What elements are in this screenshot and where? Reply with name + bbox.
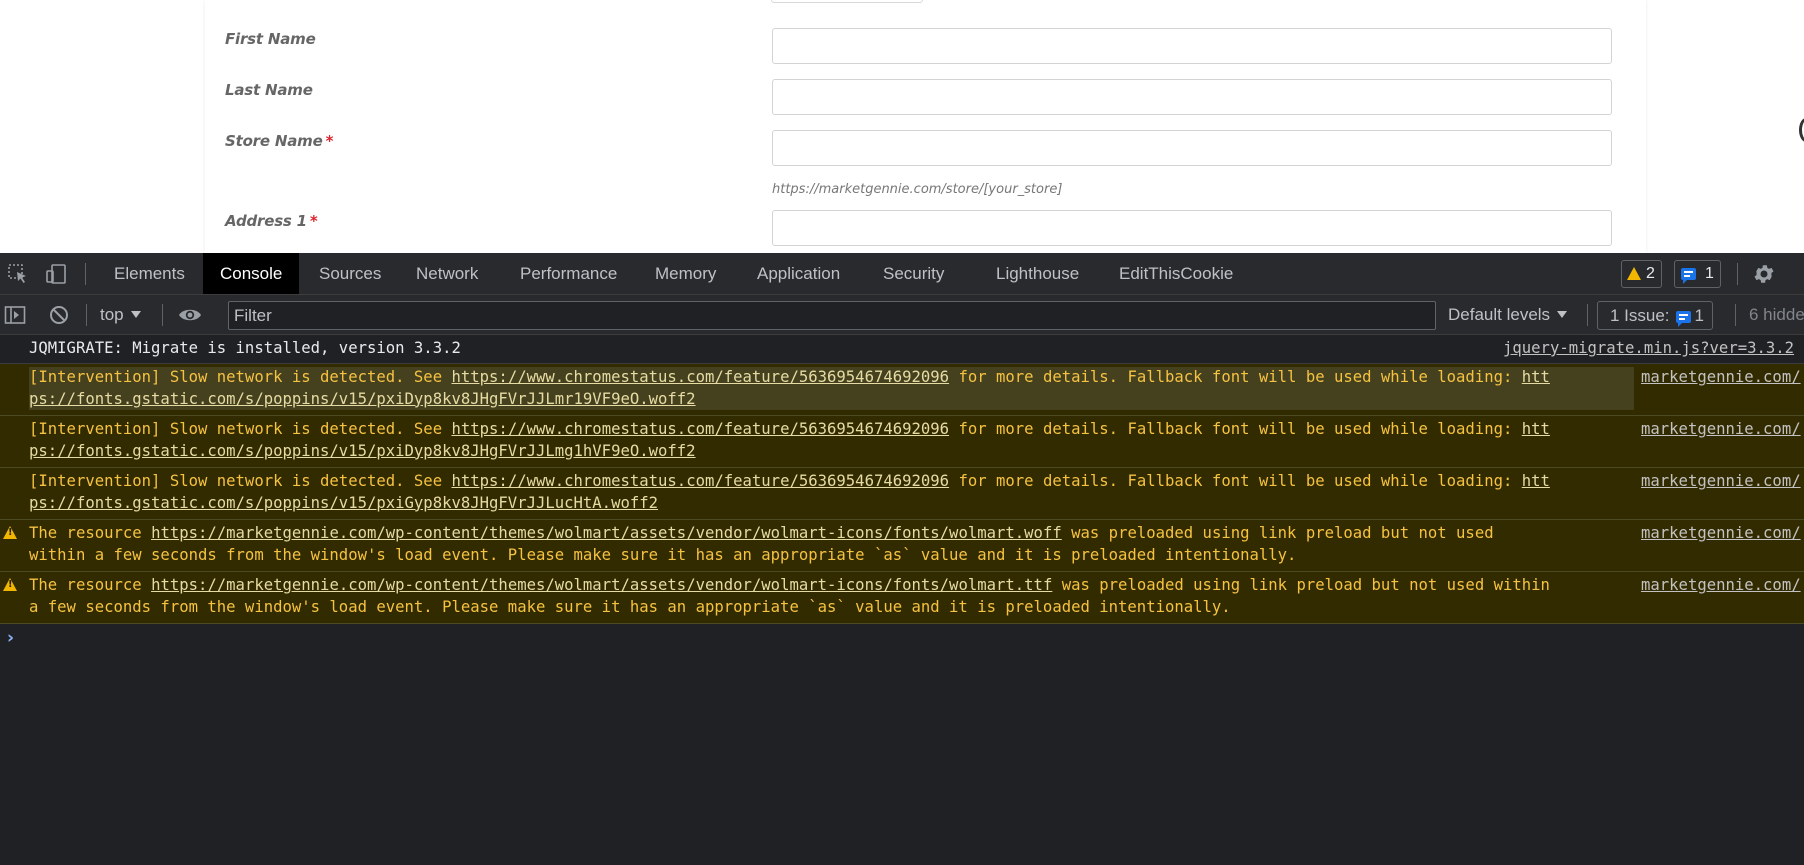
console-source-link[interactable]: jquery-migrate.min.js?ver=3.3.2 — [1503, 338, 1794, 360]
chevron-down-icon — [130, 311, 141, 318]
console-source-link[interactable]: marketgennie.com/ — [1641, 419, 1801, 441]
message-icon — [1681, 268, 1696, 284]
warning-icon — [1627, 267, 1641, 280]
console-source-link[interactable]: marketgennie.com/ — [1641, 471, 1801, 493]
warnings-badge[interactable]: 2 — [1621, 260, 1662, 288]
console-message: JQMIGRATE: Migrate is installed, version… — [0, 335, 1804, 364]
edge-widget-icon[interactable] — [1799, 118, 1804, 142]
console-message-text: The resource https://marketgennie.com/wp… — [29, 524, 1494, 564]
console-toolbar: top Filter Default levels 1 Issue: 1 6 hi… — [0, 295, 1804, 335]
issues-label: 1 Issue: — [1610, 306, 1670, 325]
tab-application[interactable]: Application — [740, 253, 857, 294]
console-message-text: [Intervention] Slow network is detected.… — [29, 420, 1550, 460]
console-output: JQMIGRATE: Migrate is installed, version… — [0, 335, 1804, 865]
console-message-text: [Intervention] Slow network is detected.… — [29, 472, 1550, 512]
toolbar-separator — [162, 304, 163, 326]
console-warning: [Intervention] Slow network is detected.… — [0, 364, 1804, 416]
console-inline-link[interactable]: https://www.chromestatus.com/feature/563… — [451, 368, 949, 386]
device-toggle-icon[interactable] — [45, 263, 67, 285]
last-name-input[interactable] — [772, 79, 1612, 115]
warnings-count: 2 — [1646, 265, 1655, 282]
issues-button[interactable]: 1 Issue: 1 — [1597, 301, 1714, 330]
console-warning: The resource https://marketgennie.com/wp… — [0, 520, 1804, 572]
log-levels-dropdown[interactable]: Default levels — [1448, 302, 1568, 328]
console-source-link[interactable]: marketgennie.com/ — [1641, 367, 1801, 389]
first-name-input[interactable] — [772, 28, 1612, 64]
console-warning: [Intervention] Slow network is detected.… — [0, 468, 1804, 520]
console-source-link[interactable]: marketgennie.com/ — [1641, 575, 1801, 597]
tab-memory[interactable]: Memory — [638, 253, 733, 294]
messages-count: 1 — [1705, 265, 1714, 282]
gear-icon[interactable] — [1752, 262, 1776, 286]
console-message-text: [Intervention] Slow network is detected.… — [29, 367, 1634, 410]
required-mark: * — [309, 212, 318, 230]
console-warning: The resource https://marketgennie.com/wp… — [0, 572, 1804, 624]
chevron-down-icon — [1557, 311, 1568, 318]
store-registration-form: First Name Last Name Store Name * https:/… — [205, 0, 1646, 253]
tab-lighthouse[interactable]: Lighthouse — [979, 253, 1096, 294]
last-name-label: Last Name — [225, 81, 313, 99]
message-icon — [1675, 311, 1691, 327]
store-url-hint: https://marketgennie.com/store/[your_sto… — [772, 182, 1063, 197]
tab-performance[interactable]: Performance — [503, 253, 634, 294]
prompt-chevron-icon[interactable]: › — [7, 628, 14, 648]
console-source-link[interactable]: marketgennie.com/ — [1641, 523, 1801, 545]
first-name-label: First Name — [225, 30, 316, 48]
console-inline-link[interactable]: https://marketgennie.com/wp-content/them… — [151, 524, 1062, 542]
console-inline-link[interactable]: htt — [1522, 420, 1550, 438]
console-inline-link[interactable]: ps://fonts.gstatic.com/s/poppins/v15/pxi… — [29, 390, 696, 408]
top-input-stub[interactable] — [771, 0, 923, 3]
tab-console[interactable]: Console — [203, 253, 300, 294]
required-mark: * — [325, 132, 334, 150]
clear-console-icon[interactable] — [48, 304, 70, 326]
messages-badge[interactable]: 1 — [1674, 260, 1721, 288]
tab-security[interactable]: Security — [866, 253, 961, 294]
issues-count: 1 — [1694, 306, 1705, 325]
tab-editthiscookie[interactable]: EditThisCookie — [1102, 253, 1250, 294]
inspect-icon[interactable] — [7, 263, 29, 285]
tabbar-separator — [1737, 263, 1738, 285]
address1-label: Address 1 * — [225, 212, 318, 230]
console-inline-link[interactable]: htt — [1522, 472, 1550, 490]
warning-icon — [3, 526, 17, 539]
filter-placeholder: Filter — [234, 306, 272, 325]
warning-icon — [3, 578, 17, 591]
console-inline-link[interactable]: ps://fonts.gstatic.com/s/poppins/v15/pxi… — [29, 442, 696, 460]
eye-icon[interactable] — [178, 304, 202, 326]
filter-input[interactable]: Filter — [228, 301, 1436, 330]
store-name-label: Store Name * — [225, 132, 334, 150]
toolbar-separator — [86, 304, 87, 326]
toolbar-separator — [1587, 304, 1588, 326]
console-inline-link[interactable]: https://marketgennie.com/wp-content/them… — [151, 576, 1052, 594]
toolbar-separator — [1735, 304, 1736, 326]
devtools-panel: Elements Console Sources Network Perform… — [0, 253, 1804, 865]
context-selector[interactable]: top — [100, 302, 141, 328]
hidden-messages-count: 6 hidden — [1749, 305, 1804, 324]
store-name-input[interactable] — [772, 130, 1612, 166]
console-warning: [Intervention] Slow network is detected.… — [0, 416, 1804, 468]
sidebar-toggle-icon[interactable] — [4, 304, 26, 326]
web-page: First Name Last Name Store Name * https:/… — [0, 0, 1804, 253]
context-label: top — [100, 305, 124, 324]
console-inline-link[interactable]: https://www.chromestatus.com/feature/563… — [451, 472, 949, 490]
console-inline-link[interactable]: https://www.chromestatus.com/feature/563… — [451, 420, 949, 438]
tab-elements[interactable]: Elements — [97, 253, 202, 294]
console-message-text: JQMIGRATE: Migrate is installed, version… — [29, 339, 461, 357]
console-inline-link[interactable]: ps://fonts.gstatic.com/s/poppins/v15/pxi… — [29, 494, 658, 512]
devtools-tabbar: Elements Console Sources Network Perform… — [0, 253, 1804, 295]
address1-input[interactable] — [772, 210, 1612, 246]
tab-network[interactable]: Network — [399, 253, 495, 294]
tabbar-separator — [85, 263, 86, 285]
console-inline-link[interactable]: htt — [1522, 368, 1550, 386]
tab-sources[interactable]: Sources — [302, 253, 398, 294]
log-levels-label: Default levels — [1448, 305, 1551, 324]
console-message-text: The resource https://marketgennie.com/wp… — [29, 576, 1550, 616]
